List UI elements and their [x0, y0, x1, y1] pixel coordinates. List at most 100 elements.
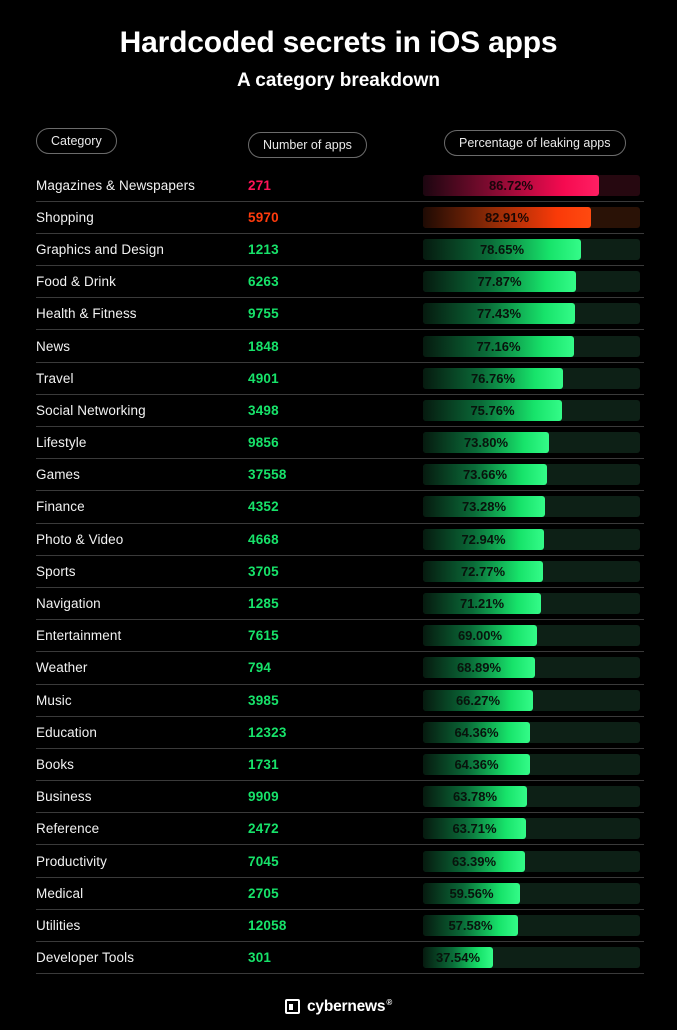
bar-fill	[423, 818, 526, 840]
category-label: Shopping	[36, 209, 94, 225]
page-title: Hardcoded secrets in iOS apps	[119, 26, 558, 59]
percentage-bar: 73.66%	[423, 464, 644, 486]
bar-fill	[423, 657, 535, 679]
bar-fill	[423, 593, 541, 615]
number-of-apps-value: 3705	[248, 563, 279, 579]
table-row: Health & Fitness 9755 77.43%	[36, 298, 644, 331]
bar-fill	[423, 399, 562, 421]
number-of-apps-value: 1731	[248, 756, 279, 772]
bar-fill	[423, 850, 525, 872]
bar-track	[423, 271, 640, 293]
table-row: Social Networking 3498 75.76%	[36, 395, 644, 427]
bar-fill	[423, 625, 537, 647]
bar-track	[423, 947, 640, 969]
number-of-apps-value: 4352	[248, 499, 279, 515]
number-of-apps-value: 12058	[248, 917, 287, 933]
bar-fill	[423, 206, 591, 228]
number-of-apps-value: 2705	[248, 885, 279, 901]
bar-track	[423, 689, 640, 711]
category-label: Finance	[36, 499, 85, 515]
column-headers: Category Number of apps Percentage of le…	[0, 124, 677, 170]
page-subtitle: A category breakdown	[236, 69, 441, 91]
table-row: Games 37558 73.66%	[36, 459, 644, 492]
bar-track	[423, 464, 640, 486]
infographic-page: Hardcoded secrets in iOS apps A category…	[0, 0, 677, 1030]
category-label: News	[36, 338, 71, 354]
number-of-apps-value: 9909	[248, 789, 279, 805]
category-label: Health & Fitness	[36, 306, 137, 322]
number-of-apps-value: 271	[248, 177, 272, 193]
bar-fill	[423, 271, 576, 293]
category-label: Reference	[36, 821, 100, 837]
category-label: Magazines & Newspapers	[36, 177, 196, 193]
bar-fill	[423, 914, 518, 936]
number-of-apps-value: 1213	[248, 241, 279, 257]
category-label: Music	[36, 692, 72, 708]
percentage-bar: 86.72%	[423, 174, 644, 196]
bar-track	[423, 367, 640, 389]
table-row: Utilities 12058 57.58%	[36, 910, 644, 942]
table-row: Photo & Video 4668 72.94%	[36, 524, 644, 556]
number-of-apps-value: 9856	[248, 435, 279, 451]
bar-fill	[423, 238, 581, 260]
percentage-bar: 77.43%	[423, 303, 644, 325]
bar-track	[423, 432, 640, 454]
category-label: Sports	[36, 563, 76, 579]
table-row: Sports 3705 72.77%	[36, 556, 644, 588]
percentage-bar: 64.36%	[423, 753, 644, 775]
number-of-apps-value: 7045	[248, 853, 279, 869]
number-of-apps-value: 3498	[248, 402, 279, 418]
table-row: Navigation 1285 71.21%	[36, 588, 644, 621]
column-header-percentage: Percentage of leaking apps	[444, 129, 626, 156]
bar-track	[423, 625, 640, 647]
bar-track	[423, 721, 640, 743]
percentage-bar: 78.65%	[423, 238, 644, 260]
bar-track	[423, 206, 640, 228]
percentage-bar: 37.54%	[423, 947, 644, 969]
bar-fill	[423, 464, 547, 486]
percentage-bar: 73.28%	[423, 496, 644, 518]
percentage-bar: 66.27%	[423, 689, 644, 711]
category-label: Developer Tools	[36, 950, 135, 966]
bar-track	[423, 528, 640, 550]
number-of-apps-value: 5970	[248, 209, 279, 225]
category-label: Productivity	[36, 853, 107, 869]
bar-track	[423, 914, 640, 936]
percentage-bar: 72.77%	[423, 560, 644, 582]
bar-fill	[423, 689, 533, 711]
category-label: Photo & Video	[36, 531, 124, 547]
bar-fill	[423, 303, 575, 325]
number-of-apps-value: 3985	[248, 692, 279, 708]
bar-track	[423, 174, 640, 196]
percentage-bar: 76.76%	[423, 367, 644, 389]
bar-fill	[423, 174, 599, 196]
category-label: Entertainment	[36, 628, 122, 644]
footer: cybernews®	[0, 998, 677, 1016]
table-row: Shopping 5970 82.91%	[36, 202, 644, 234]
bar-fill	[423, 432, 549, 454]
table-row: Books 1731 64.36%	[36, 749, 644, 782]
percentage-bar: 64.36%	[423, 721, 644, 743]
percentage-bar: 63.39%	[423, 850, 644, 872]
registered-mark: ®	[386, 997, 393, 1007]
bar-fill	[423, 496, 545, 518]
percentage-bar: 73.80%	[423, 432, 644, 454]
percentage-bar: 72.94%	[423, 528, 644, 550]
percentage-bar: 69.00%	[423, 625, 644, 647]
percentage-bar: 77.87%	[423, 271, 644, 293]
table-row: Reference 2472 63.71%	[36, 813, 644, 846]
bar-track	[423, 882, 640, 904]
table-row: Productivity 7045 63.39%	[36, 845, 644, 878]
bar-track	[423, 753, 640, 775]
percentage-bar: 63.71%	[423, 818, 644, 840]
brand-label: cybernews	[306, 998, 386, 1015]
bar-track	[423, 850, 640, 872]
bar-track	[423, 818, 640, 840]
category-label: Medical	[36, 885, 84, 901]
bar-track	[423, 238, 640, 260]
category-label: Books	[36, 756, 75, 772]
table-row: Magazines & Newspapers 271 86.72%	[36, 170, 644, 202]
category-label: Utilities	[36, 917, 81, 933]
bar-track	[423, 593, 640, 615]
bar-track	[423, 786, 640, 808]
